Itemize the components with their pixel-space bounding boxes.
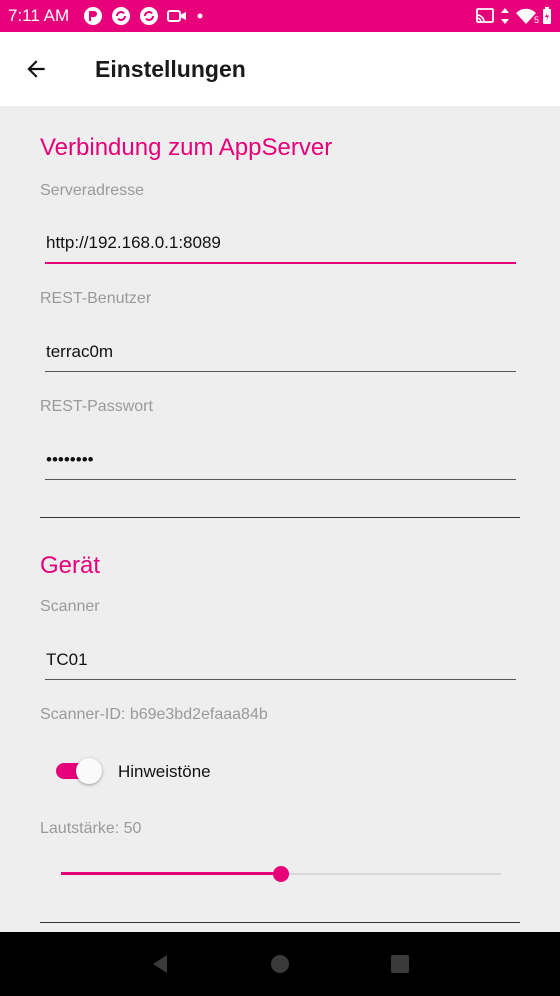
settings-content[interactable]: Verbindung zum AppServer Serveradresse R… <box>0 106 560 932</box>
rest-user-input[interactable] <box>45 332 516 372</box>
rest-password-label: REST-Passwort <box>40 398 153 415</box>
app-bar: Einstellungen <box>0 32 560 106</box>
page-title: Einstellungen <box>95 55 246 82</box>
data-arrows-icon <box>500 7 510 25</box>
square-recents-icon <box>391 955 409 973</box>
rest-password-input[interactable] <box>45 440 516 480</box>
navigation-bar <box>0 932 560 996</box>
server-address-label: Serveradresse <box>40 182 145 199</box>
cast-icon <box>475 7 495 25</box>
status-right-icons: 5 <box>475 7 552 25</box>
section-title-connection: Verbindung zum AppServer <box>40 134 333 161</box>
scanner-id-text: Scanner-ID: b69e3bd2efaaa84b <box>40 706 268 723</box>
status-left-icons <box>83 6 205 26</box>
volume-slider-thumb[interactable] <box>273 866 289 882</box>
arrow-left-icon <box>27 60 45 78</box>
section-title-device: Gerät <box>40 552 101 579</box>
sync-icon <box>111 6 131 26</box>
status-time: 7:11 AM <box>8 6 70 25</box>
rest-user-label: REST-Benutzer <box>40 290 152 307</box>
video-icon <box>167 7 187 25</box>
notification-icon <box>83 6 103 26</box>
nav-recents-button[interactable] <box>380 944 420 984</box>
scanner-input[interactable] <box>45 640 516 680</box>
back-button[interactable] <box>0 32 72 106</box>
battery-level-text: 5 <box>533 15 539 25</box>
sounds-label: Hinweistöne <box>118 762 211 781</box>
section-divider <box>40 517 520 518</box>
triangle-back-icon <box>153 955 167 973</box>
nav-home-button[interactable] <box>260 944 300 984</box>
sync-icon <box>139 6 159 26</box>
battery-icon <box>542 7 552 25</box>
status-bar: 7:11 AM 5 <box>0 0 560 32</box>
circle-home-icon <box>271 955 289 973</box>
nav-back-button[interactable] <box>140 944 180 984</box>
volume-label: Lautstärke: 50 <box>40 820 142 837</box>
scanner-label: Scanner <box>40 598 100 615</box>
volume-slider-fill <box>61 872 281 875</box>
dot-icon <box>195 11 205 21</box>
wifi-icon: 5 <box>515 7 539 25</box>
volume-slider[interactable] <box>61 862 501 886</box>
sounds-toggle-thumb <box>76 758 102 784</box>
section-divider <box>40 922 520 923</box>
sounds-toggle[interactable] <box>56 758 102 784</box>
server-address-input[interactable] <box>45 224 516 264</box>
